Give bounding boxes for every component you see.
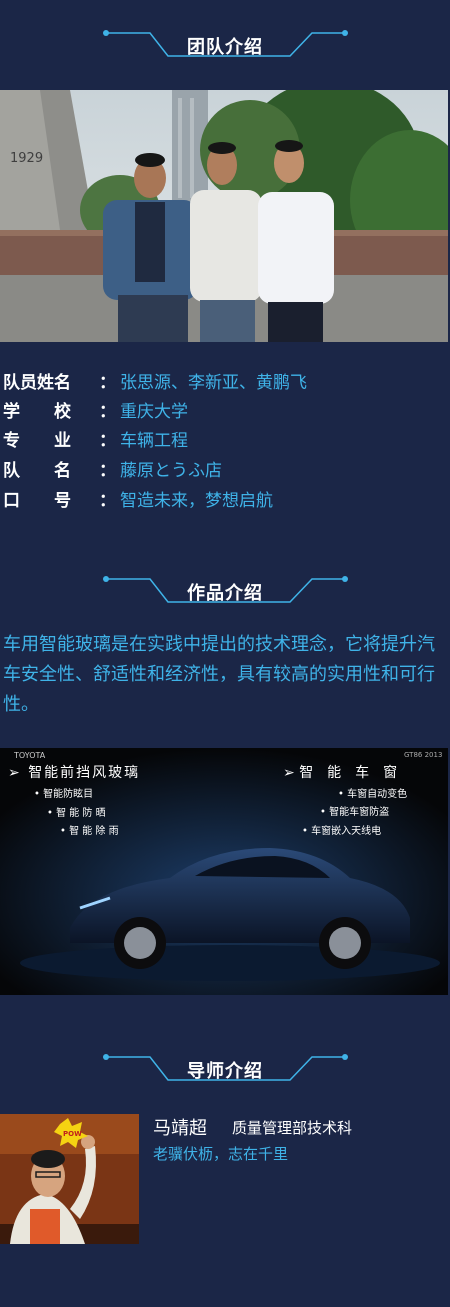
team-photo: 1929 [0, 90, 448, 342]
poster-right-heading: ➢ 智 能 车 窗 [283, 765, 398, 781]
mentor-section-title: 导师介绍 [187, 1061, 263, 1082]
info-colon: ： [99, 402, 116, 422]
mentor-photo: POW [0, 1114, 139, 1244]
poster-left-item: • 智 能 除 雨 [60, 826, 119, 837]
poster-right-item: • 车窗嵌入天线电 [302, 826, 382, 837]
info-value: 张思源、李新亚、黄鹏飞 [120, 373, 307, 393]
info-key: 学 校 [3, 402, 71, 422]
info-row-major: 专 业 ：车辆工程 [3, 427, 188, 455]
info-value: 智造未来，梦想启航 [120, 491, 273, 511]
poster-right-item: • 车窗自动变色 [338, 789, 408, 800]
info-value: 车辆工程 [120, 431, 188, 451]
info-row-school: 学 校 ：重庆大学 [3, 398, 188, 426]
info-colon: ： [99, 373, 116, 393]
info-key: 队 名 [3, 461, 71, 481]
mentor-name: 马靖超 [153, 1118, 207, 1139]
car-poster: TOYOTA GT86 2013 ➢ 智能前挡风玻璃 • 智能防眩目 • 智 能… [0, 748, 448, 995]
info-colon: ： [99, 491, 116, 511]
info-key: 专 业 [3, 431, 71, 451]
mentor-motto: 老骥伏枥，志在千里 [153, 1145, 289, 1163]
info-colon: ： [99, 461, 116, 481]
poster-left-item-text: 智 能 除 雨 [69, 826, 119, 837]
poster-right-item: • 智能车窗防盗 [320, 807, 390, 818]
info-value: 重庆大学 [120, 402, 188, 422]
poster-left-heading-text: 智能前挡风玻璃 [28, 765, 141, 781]
poster-left-item-text: 智 能 防 晒 [56, 808, 106, 819]
mentor-department: 质量管理部技术科 [232, 1119, 353, 1137]
poster-left-item-text: 智能防眩目 [43, 789, 94, 800]
poster-left-item: • 智 能 防 晒 [47, 808, 106, 819]
poster-badge: GT86 2013 [404, 751, 443, 759]
poster-right-item-text: 车窗自动变色 [347, 789, 408, 800]
work-description: 车用智能玻璃是在实践中提出的技术理念，它将提升汽车安全性、舒适性和经济性，具有较… [3, 634, 435, 715]
info-colon: ： [99, 431, 116, 451]
work-section-title: 作品介绍 [187, 583, 263, 604]
info-key: 口 号 [3, 491, 71, 511]
info-value: 藤原とうふ店 [120, 461, 222, 481]
info-row-slogan: 口 号 ：智造未来，梦想启航 [3, 487, 273, 515]
info-row-team-name: 队 名 ：藤原とうふ店 [3, 457, 222, 485]
team-section-title: 团队介绍 [187, 37, 263, 58]
svg-text:1929: 1929 [10, 151, 43, 166]
poster-brand: TOYOTA [14, 751, 46, 760]
svg-text:POW: POW [63, 1130, 82, 1138]
poster-right-item-text: 智能车窗防盗 [329, 807, 390, 818]
poster-right-heading-text: 智 能 车 窗 [299, 765, 398, 781]
poster-right-item-text: 车窗嵌入天线电 [311, 826, 382, 837]
poster-left-item: • 智能防眩目 [34, 789, 94, 800]
poster-left-heading: ➢ 智能前挡风玻璃 [8, 765, 141, 781]
info-row-members: 队员姓名 ：张思源、李新亚、黄鹏飞 [3, 369, 307, 397]
info-key: 队员姓名 [3, 373, 71, 393]
